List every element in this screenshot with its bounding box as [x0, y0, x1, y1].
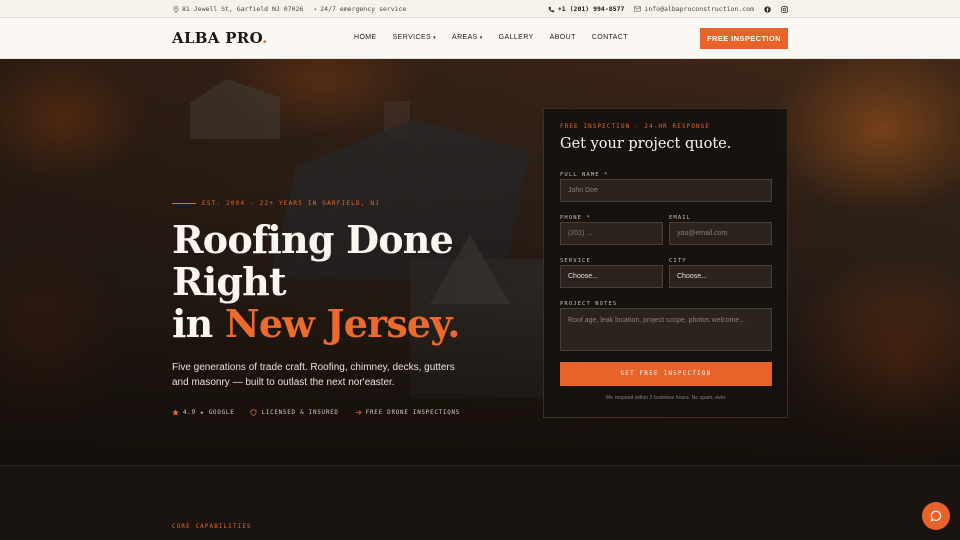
- facebook-link[interactable]: [764, 5, 771, 13]
- top-bar-left: 81 Jewell St, Garfield NJ 07026 ✦ 24/7 e…: [173, 5, 406, 13]
- badge-google-rating: 4.9 ★ GOOGLE: [172, 409, 234, 416]
- phone-input[interactable]: (201) ...: [560, 222, 663, 245]
- badge-licensed: LICENSED & INSURED: [250, 409, 338, 416]
- emergency-service: ✦ 24/7 emergency service: [313, 5, 406, 13]
- badge-drone: FREE DRONE INSPECTIONS: [355, 409, 460, 416]
- nav-item-areas[interactable]: AREAS ▾: [452, 34, 483, 41]
- emergency-text: 24/7 emergency service: [320, 5, 407, 13]
- shield-icon: [251, 409, 257, 416]
- chevron-down-icon: ▾: [433, 34, 437, 41]
- top-bar-right: +1 (201) 994-8577 info@albaproconstructi…: [548, 5, 788, 13]
- badge-label: FREE DRONE INSPECTIONS: [365, 409, 461, 416]
- nav-item-label: SERVICES: [392, 34, 432, 41]
- phone-text: +1 (201) 994-8577: [557, 5, 625, 13]
- eyebrow-text: EST. 2004 · 22+ YEARS IN GARFIELD, NJ: [202, 200, 381, 207]
- logo-dot: .: [262, 29, 268, 47]
- form-title: Get your project quote.: [560, 136, 732, 152]
- form-tag: FREE INSPECTION · 24-HR RESPONSE: [560, 124, 711, 130]
- badge-label: LICENSED & INSURED: [261, 409, 339, 416]
- phone-label: PHONE *: [560, 215, 591, 221]
- nav-item-contact[interactable]: CONTACT: [592, 34, 628, 41]
- bolt-icon: ✦: [313, 5, 318, 13]
- star-icon: [172, 409, 179, 416]
- chat-button[interactable]: [922, 502, 950, 530]
- hero-section: EST. 2004 · 22+ YEARS IN GARFIELD, NJ Ro…: [0, 59, 960, 465]
- hero-overlay: [0, 59, 960, 465]
- phone-icon: [548, 6, 555, 12]
- nav-item-label: AREAS: [452, 34, 478, 41]
- quote-form-card: FREE INSPECTION · 24-HR RESPONSE Get you…: [543, 108, 788, 418]
- headline-prefix: in: [172, 301, 225, 346]
- nav-item-services[interactable]: SERVICES ▾: [393, 34, 436, 41]
- address-text: 81 Jewell St, Garfield NJ 07026: [182, 5, 304, 13]
- form-fine-print: We respond within 2 business hours. No s…: [605, 395, 727, 401]
- email-text: info@albaproconstruction.com: [644, 5, 754, 13]
- email-link[interactable]: info@albaproconstruction.com: [634, 5, 754, 13]
- get-free-inspection-button[interactable]: GET FREE INSPECTION: [560, 362, 772, 386]
- full-name-label: FULL NAME *: [560, 172, 609, 178]
- hero-badges: 4.9 ★ GOOGLE LICENSED & INSURED FREE DRO…: [172, 409, 460, 416]
- email-input[interactable]: you@email.com: [669, 222, 772, 245]
- phone-link[interactable]: +1 (201) 994-8577: [548, 5, 625, 13]
- notes-label: PROJECT NOTES: [560, 301, 618, 307]
- city-label: CITY: [669, 258, 687, 264]
- service-select[interactable]: Choose...: [560, 265, 663, 288]
- hero-headline: Roofing Done Right in New Jersey.: [172, 219, 460, 345]
- headline-line-1: Roofing Done: [172, 217, 454, 262]
- eyebrow-line: [172, 203, 196, 204]
- capabilities-section: CORE CAPABILITIES: [0, 465, 960, 540]
- logo-text: ALBA PRO: [172, 29, 263, 47]
- hero-eyebrow: EST. 2004 · 22+ YEARS IN GARFIELD, NJ: [172, 200, 380, 207]
- free-inspection-button[interactable]: FREE INSPECTION: [700, 28, 788, 49]
- map-pin-icon: [173, 5, 179, 13]
- mail-icon: [634, 6, 642, 12]
- headline-line-3: in New Jersey.: [172, 303, 460, 345]
- notes-textarea[interactable]: Roof age, leak location, project scope, …: [560, 308, 772, 351]
- nav-item-about[interactable]: ABOUT: [550, 34, 576, 41]
- nav-menu: HOME SERVICES ▾ AREAS ▾ GALLERY ABOUT CONT…: [354, 34, 628, 41]
- chevron-down-icon: ▾: [479, 34, 483, 41]
- headline-line-2: Right: [172, 259, 287, 304]
- nav-item-home[interactable]: HOME: [354, 34, 377, 41]
- nav-item-label: GALLERY: [498, 34, 534, 41]
- facebook-icon: [764, 5, 771, 13]
- nav-item-label: HOME: [354, 34, 377, 41]
- headline-accent: New Jersey.: [224, 301, 461, 346]
- chat-bubble-icon: [930, 510, 942, 522]
- nav-item-label: ABOUT: [549, 34, 576, 41]
- arrow-right-icon: [355, 410, 362, 415]
- nav-item-gallery[interactable]: GALLERY: [499, 34, 534, 41]
- logo[interactable]: ALBA PRO.: [172, 29, 268, 47]
- city-select[interactable]: Choose...: [669, 265, 772, 288]
- hero-lead: Five generations of trade craft. Roofing…: [172, 362, 455, 388]
- instagram-link[interactable]: [781, 5, 788, 13]
- service-label: SERVICE: [560, 258, 591, 264]
- nav-item-label: CONTACT: [591, 34, 628, 41]
- email-label: EMAIL: [669, 215, 692, 221]
- top-bar: 81 Jewell St, Garfield NJ 07026 ✦ 24/7 e…: [0, 0, 960, 18]
- badge-label: 4.9 ★ GOOGLE: [183, 409, 235, 416]
- address: 81 Jewell St, Garfield NJ 07026: [173, 5, 303, 13]
- full-name-input[interactable]: John Doe: [560, 179, 772, 202]
- section-label: CORE CAPABILITIES: [172, 524, 252, 530]
- main-nav: ALBA PRO. HOME SERVICES ▾ AREAS ▾ GALLERY …: [0, 18, 960, 59]
- instagram-icon: [781, 5, 788, 13]
